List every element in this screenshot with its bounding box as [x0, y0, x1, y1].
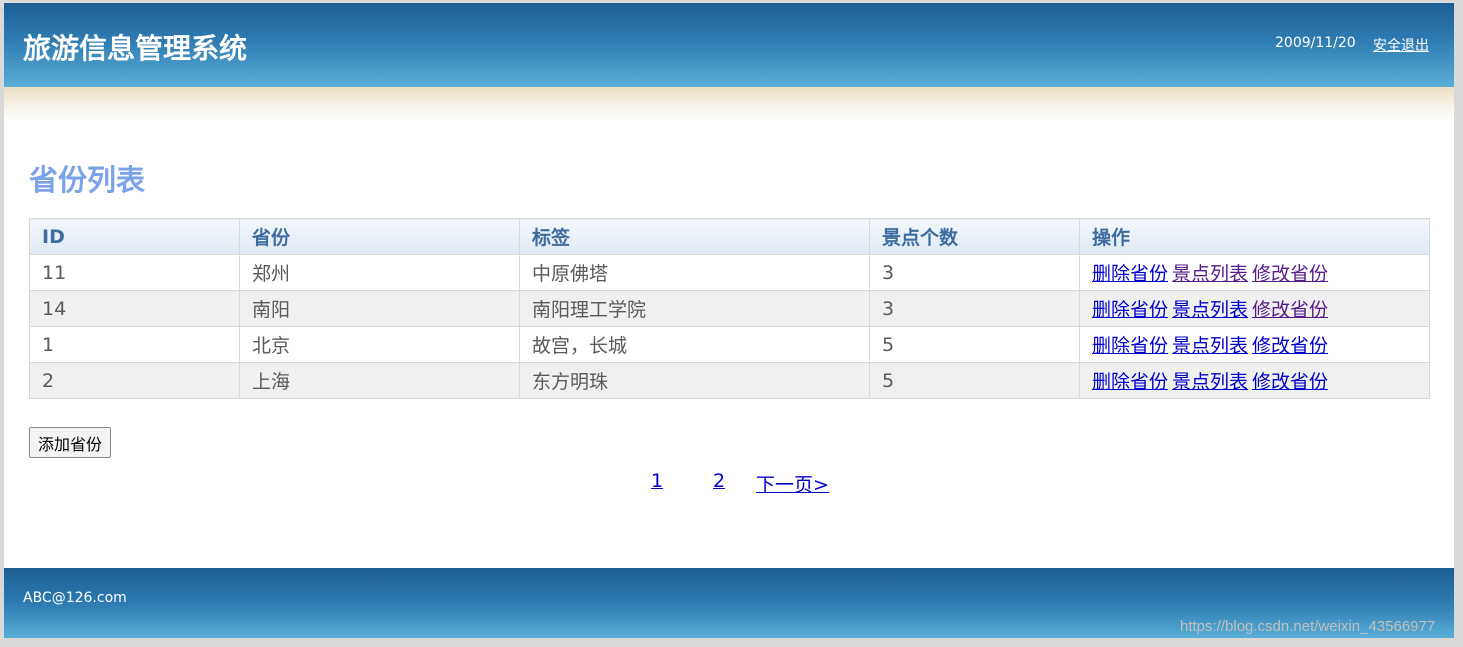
cell-province: 上海 — [239, 362, 520, 399]
column-header-actions: 操作 — [1079, 218, 1430, 255]
edit-province-link[interactable]: 修改省份 — [1252, 335, 1328, 357]
cell-tags: 故宫，长城 — [519, 326, 870, 363]
cell-province: 北京 — [239, 326, 520, 363]
cell-count: 3 — [869, 254, 1080, 291]
edit-province-link[interactable]: 修改省份 — [1252, 371, 1328, 393]
page-header: 旅游信息管理系统 2009/11/20 安全退出 — [4, 3, 1454, 87]
cell-actions: 删除省份 景点列表 修改省份 — [1079, 254, 1430, 291]
edit-province-link[interactable]: 修改省份 — [1252, 299, 1328, 321]
cell-id: 11 — [29, 254, 240, 291]
attraction-list-link[interactable]: 景点列表 — [1172, 263, 1248, 285]
pagination: 1 2 下一页> — [4, 470, 1454, 498]
attraction-list-link[interactable]: 景点列表 — [1172, 371, 1248, 393]
cell-province: 郑州 — [239, 254, 520, 291]
logout-link[interactable]: 安全退出 — [1373, 35, 1429, 55]
column-header-province: 省份 — [239, 218, 520, 255]
site-title: 旅游信息管理系统 — [23, 32, 248, 65]
watermark-text: https://blog.csdn.net/weixin_43566977 — [1180, 618, 1436, 635]
table-row: 1 北京 故宫，长城 5 删除省份 景点列表 修改省份 — [29, 326, 1430, 363]
cell-count: 5 — [869, 362, 1080, 399]
table-row: 2 上海 东方明珠 5 删除省份 景点列表 修改省份 — [29, 362, 1430, 399]
header-shadow-band — [4, 87, 1454, 121]
browser-page: 旅游信息管理系统 2009/11/20 安全退出 省份列表 ID 省份 标签 景… — [4, 3, 1454, 638]
attraction-list-link[interactable]: 景点列表 — [1172, 335, 1248, 357]
delete-province-link[interactable]: 删除省份 — [1092, 371, 1168, 393]
cell-id: 2 — [29, 362, 240, 399]
cell-id: 14 — [29, 290, 240, 327]
page-link-2[interactable]: 2 — [713, 470, 725, 492]
column-header-tags: 标签 — [519, 218, 870, 255]
cell-actions: 删除省份 景点列表 修改省份 — [1079, 326, 1430, 363]
cell-tags: 南阳理工学院 — [519, 290, 870, 327]
delete-province-link[interactable]: 删除省份 — [1092, 263, 1168, 285]
table-header-row: ID 省份 标签 景点个数 操作 — [29, 218, 1430, 255]
next-page-link[interactable]: 下一页> — [756, 470, 829, 497]
attraction-list-link[interactable]: 景点列表 — [1172, 299, 1248, 321]
cell-province: 南阳 — [239, 290, 520, 327]
cell-tags: 中原佛塔 — [519, 254, 870, 291]
delete-province-link[interactable]: 删除省份 — [1092, 299, 1168, 321]
cell-id: 1 — [29, 326, 240, 363]
cell-count: 5 — [869, 326, 1080, 363]
cell-actions: 删除省份 景点列表 修改省份 — [1079, 290, 1430, 327]
cell-tags: 东方明珠 — [519, 362, 870, 399]
province-table: ID 省份 标签 景点个数 操作 11 郑州 中原佛塔 3 删除省份 景点列表 修改… — [29, 218, 1430, 399]
table-row: 11 郑州 中原佛塔 3 删除省份 景点列表 修改省份 — [29, 254, 1430, 291]
add-province-button[interactable]: 添加省份 — [29, 427, 112, 458]
table-row: 14 南阳 南阳理工学院 3 删除省份 景点列表 修改省份 — [29, 290, 1430, 327]
edit-province-link[interactable]: 修改省份 — [1252, 263, 1328, 285]
cell-actions: 删除省份 景点列表 修改省份 — [1079, 362, 1430, 399]
column-header-count: 景点个数 — [869, 218, 1080, 255]
delete-province-link[interactable]: 删除省份 — [1092, 335, 1168, 357]
footer-email: ABC@126.com — [23, 590, 127, 606]
page-link-1[interactable]: 1 — [651, 470, 663, 492]
cell-count: 3 — [869, 290, 1080, 327]
header-date: 2009/11/20 — [1275, 35, 1356, 51]
column-header-id: ID — [29, 218, 240, 255]
page-title: 省份列表 — [29, 163, 146, 197]
